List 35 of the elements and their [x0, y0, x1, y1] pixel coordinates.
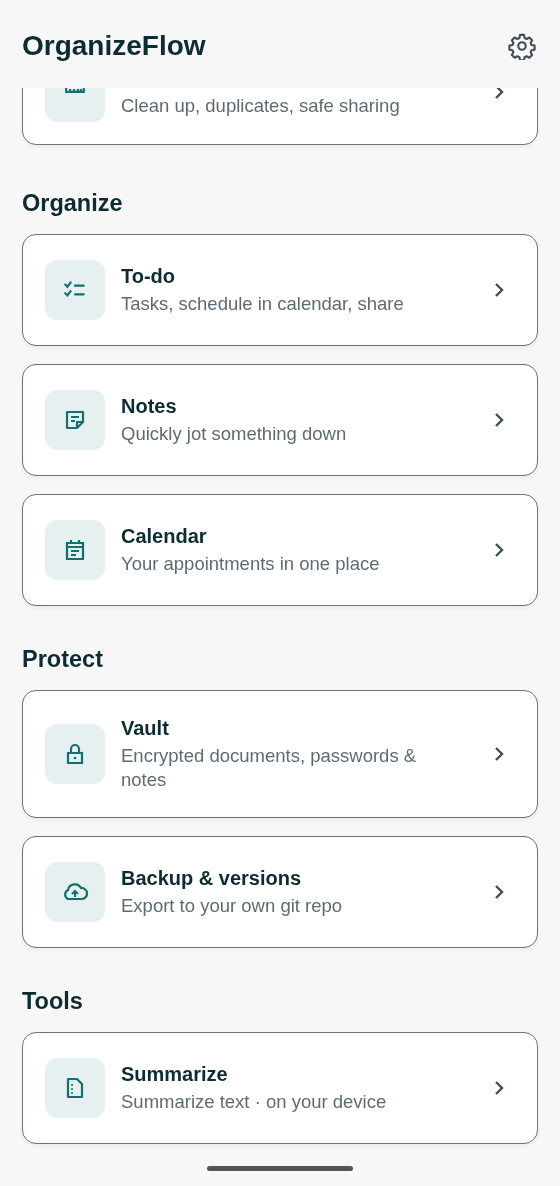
card-subtitle: Tasks, schedule in calendar, share: [121, 292, 405, 316]
card-subtitle: Quickly jot something down: [121, 422, 348, 446]
note-icon: [63, 408, 87, 432]
chevron-icon: [493, 884, 505, 900]
chevron-icon: [493, 282, 505, 298]
card-title: Notes: [121, 394, 178, 418]
chevron-icon: [493, 86, 505, 100]
card-subtitle: Encrypted documents, passwords & notes: [121, 744, 418, 792]
menu-card[interactable]: Clean up, duplicates, safe sharing: [22, 86, 538, 145]
chevron-icon: [493, 412, 505, 428]
card-subtitle: Clean up, duplicates, safe sharing: [121, 94, 401, 118]
card-title: Vault: [121, 716, 170, 740]
card-title: Backup & versions: [121, 866, 303, 890]
card-title: To-do: [121, 264, 177, 288]
card-title: Calendar: [121, 524, 208, 548]
section-heading: Organize: [22, 190, 124, 216]
chevron-icon: [493, 1080, 505, 1096]
settings-icon[interactable]: [508, 32, 536, 60]
chevron-icon: [493, 542, 505, 558]
calendar-icon: [63, 538, 87, 562]
card-subtitle: Export to your own git repo: [121, 894, 344, 918]
chevron-icon: [493, 746, 505, 762]
ruler-icon: [65, 86, 85, 93]
menu-card[interactable]: Vault Encrypted documents, passwords & notes: [22, 690, 538, 818]
app-title: OrganizeFlow: [22, 30, 206, 62]
menu-card[interactable]: Summarize Summarize text · on your device: [22, 1032, 538, 1144]
card-subtitle: Your appointments in one place: [121, 552, 381, 576]
section-heading: Protect: [22, 646, 104, 672]
card-title: Summarize: [121, 1062, 229, 1086]
card-subtitle: Summarize text · on your device: [121, 1090, 388, 1114]
menu-card[interactable]: Calendar Your appointments in one place: [22, 494, 538, 606]
menu-card[interactable]: Notes Quickly jot something down: [22, 364, 538, 476]
menu-card[interactable]: Backup & versions Export to your own git repo: [22, 836, 538, 948]
section-heading: Tools: [22, 988, 84, 1014]
menu-card[interactable]: To-do Tasks, schedule in calendar, share: [22, 234, 538, 346]
